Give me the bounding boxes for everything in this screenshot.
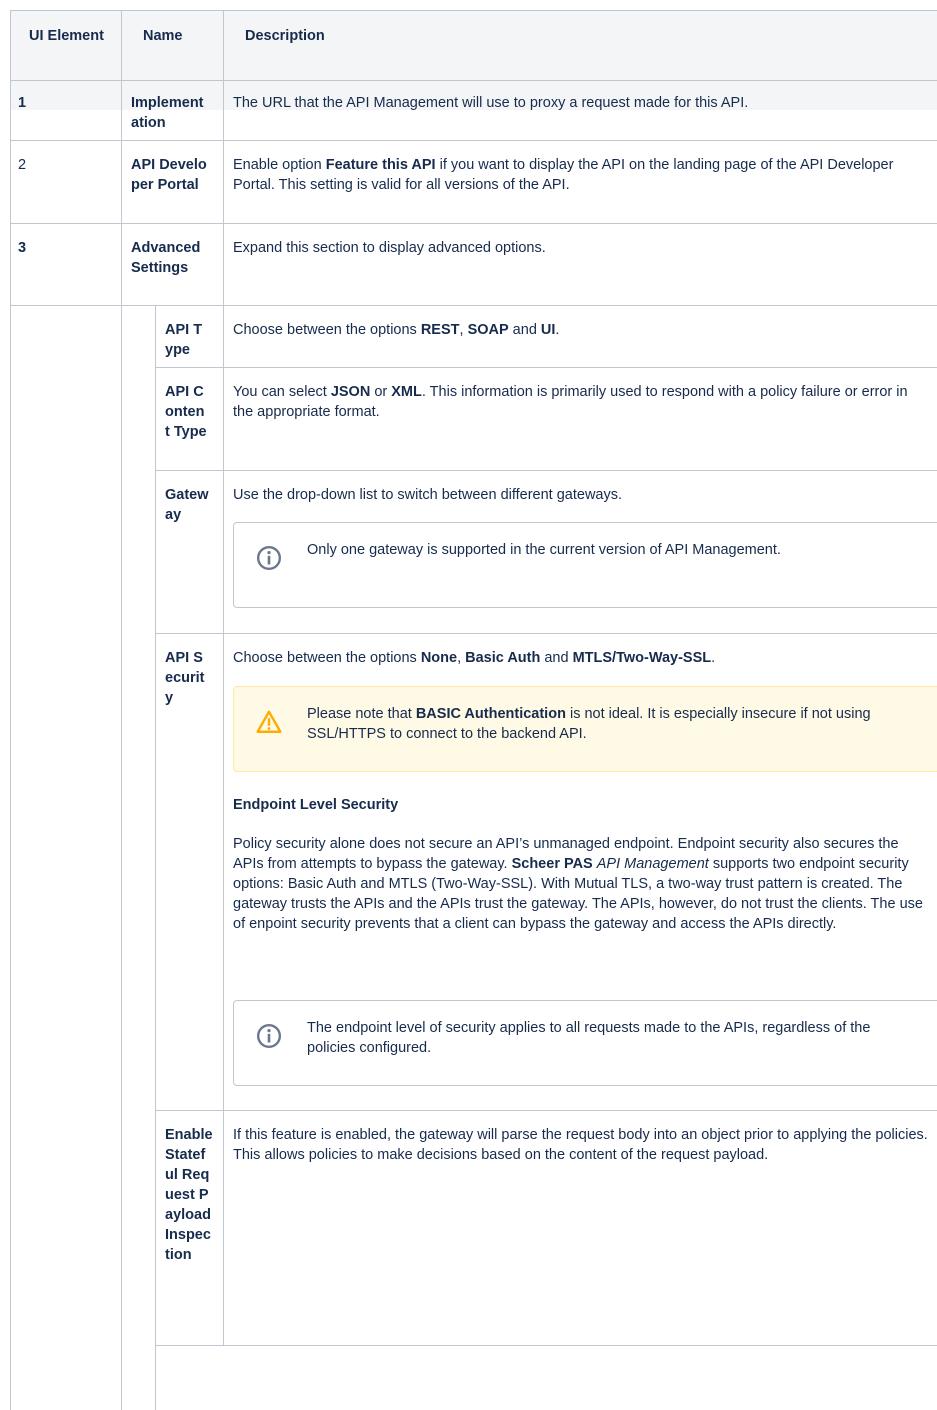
gateway-description: Use the drop-down list to switch between… <box>233 487 623 503</box>
row-1-name: Implementation <box>131 95 204 131</box>
security-warning-text: Please note that BASIC Authentication is… <box>307 704 912 744</box>
api-type-t3: and <box>508 322 541 338</box>
endpoint-product-italic: API Management <box>596 856 709 872</box>
endpoint-info-panel: The endpoint level of security applies t… <box>233 1000 937 1086</box>
api-type-t1: Choose between the options <box>233 322 421 338</box>
row-3-number: 3 <box>18 240 27 256</box>
row-1-description: The URL that the API Management will use… <box>233 95 749 111</box>
row-2-desc-pre: Enable option <box>233 157 326 173</box>
api-type-name: API Type <box>165 322 203 358</box>
stateful-inspection-description: If this feature is enabled, the gateway … <box>233 1127 928 1163</box>
warn-pre: Please note that <box>307 706 416 722</box>
warn-bold: BASIC Authentication <box>415 706 566 722</box>
header-name: Name <box>143 26 183 46</box>
security-t3: and <box>540 650 573 666</box>
endpoint-security-paragraph: Policy security alone does not secure an… <box>233 834 931 934</box>
row-1-number: 1 <box>18 95 27 111</box>
api-type-t2: , <box>459 322 468 338</box>
security-t4: . <box>711 650 716 666</box>
api-content-type-name: API Content Type <box>165 384 207 440</box>
security-warning-panel: Please note that BASIC Authentication is… <box>233 686 937 772</box>
security-option-basic-auth: Basic Auth <box>465 650 541 666</box>
api-content-type-description: You can select JSON or XML. This informa… <box>233 382 923 422</box>
header-name-text: Name <box>143 28 183 44</box>
stateful-inspection-name: Enable Stateful Request Payload Inspecti… <box>165 1127 213 1263</box>
api-type-option-ui: UI <box>540 322 556 338</box>
row-2-number: 2 <box>18 157 27 173</box>
header-ui-element: UI Element <box>29 26 109 46</box>
content-type-t1: You can select <box>233 384 331 400</box>
api-type-description: Choose between the options REST, SOAP an… <box>233 320 923 340</box>
api-type-option-rest: REST <box>420 322 460 338</box>
gateway-name: Gateway <box>165 487 209 523</box>
warning-icon <box>256 710 282 733</box>
endpoint-product-bold: Scheer PAS <box>511 856 593 872</box>
row-3-name: Advanced Settings <box>131 240 201 276</box>
api-security-description: Choose between the options None, Basic A… <box>233 648 923 668</box>
row-2-description: Enable option Feature this API if you wa… <box>233 155 923 195</box>
row-2-desc-bold: Feature this API <box>325 157 436 173</box>
endpoint-info-text: The endpoint level of security applies t… <box>307 1020 871 1056</box>
header-ui-element-text: UI Element <box>29 28 104 44</box>
header-description: Description <box>245 26 325 46</box>
gateway-info-panel: Only one gateway is supported in the cur… <box>233 522 937 608</box>
header-description-text: Description <box>245 28 325 44</box>
gateway-info-text: Only one gateway is supported in the cur… <box>307 542 781 558</box>
content-type-option-xml: XML <box>391 384 422 400</box>
security-option-none: None <box>420 650 458 666</box>
api-type-option-soap: SOAP <box>467 322 509 338</box>
api-type-t4: . <box>555 322 560 338</box>
info-icon <box>256 545 282 571</box>
endpoint-level-security-heading: Endpoint Level Security <box>233 797 399 813</box>
security-option-mtls: MTLS/Two-Way-SSL <box>572 650 712 666</box>
row-2-name: API Developer Portal <box>131 157 207 193</box>
row-3-description: Expand this section to display advanced … <box>233 240 546 256</box>
security-t1: Choose between the options <box>233 650 421 666</box>
security-t2: , <box>457 650 466 666</box>
content-type-t2: or <box>370 384 392 400</box>
info-icon <box>256 1023 282 1049</box>
content-type-option-json: JSON <box>330 384 371 400</box>
api-security-name: API Security <box>165 650 205 706</box>
